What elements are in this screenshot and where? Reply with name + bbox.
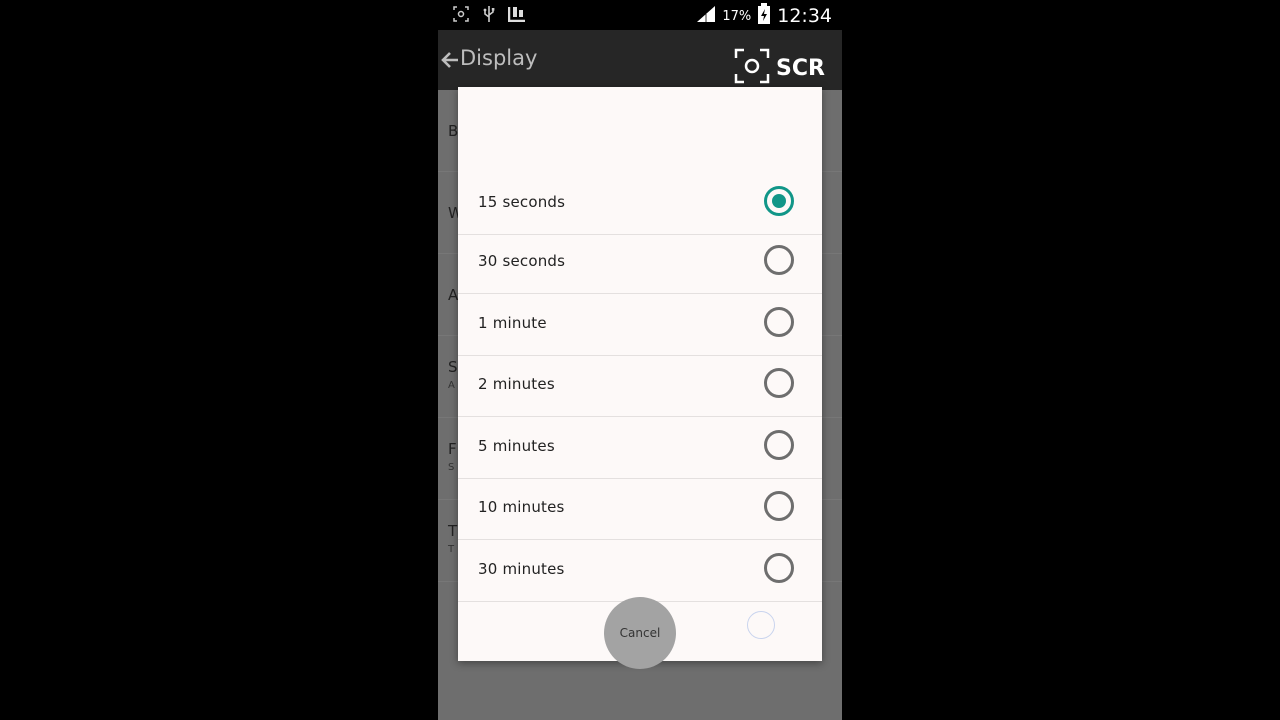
option-1-minute[interactable]: 1 minute (458, 294, 822, 356)
radio-button[interactable] (764, 307, 794, 337)
radio-button[interactable] (764, 245, 794, 275)
option-label: 10 minutes (478, 498, 565, 516)
app-notification-icon (508, 5, 526, 23)
phone-screen: 17% 12:34 Display SCR B W A S A F S T T … (438, 0, 842, 720)
list-item-subtitle: T (448, 544, 455, 555)
radio-button-checked[interactable] (764, 186, 794, 216)
signal-icon (696, 5, 716, 27)
option-label: 5 minutes (478, 437, 555, 455)
camera-focus-icon (734, 48, 770, 88)
app-bar: Display SCR (438, 30, 842, 90)
option-label: 30 seconds (478, 252, 566, 270)
list-item-title: T (448, 522, 458, 540)
list-item-subtitle: A (448, 380, 455, 391)
list-item-title: B (448, 122, 459, 140)
dialog-footer: Cancel (458, 597, 822, 669)
screen-recorder-badge: SCR (734, 48, 825, 88)
option-2-minutes[interactable]: 2 minutes (458, 355, 822, 417)
cancel-button[interactable]: Cancel (604, 597, 676, 669)
list-item-title: F (448, 440, 457, 458)
battery-charging-icon (757, 3, 771, 29)
option-30-seconds[interactable]: 30 seconds (458, 232, 822, 294)
list-item-subtitle: S (448, 462, 455, 473)
radio-button[interactable] (764, 368, 794, 398)
clock: 12:34 (777, 5, 832, 27)
option-10-minutes[interactable]: 10 minutes (458, 478, 822, 540)
list-item-title: A (448, 286, 459, 304)
option-label: 30 minutes (478, 560, 565, 578)
page-title: Display (460, 46, 538, 70)
radio-button[interactable] (764, 553, 794, 583)
usb-icon (480, 5, 498, 23)
list-item-title: S (448, 358, 458, 376)
option-label: 1 minute (478, 314, 547, 332)
radio-button[interactable] (764, 491, 794, 521)
dialog-title-area (458, 87, 822, 173)
screenshot-icon (452, 5, 470, 23)
touch-indicator-icon (747, 611, 775, 639)
option-5-minutes[interactable]: 5 minutes (458, 417, 822, 479)
option-label: 15 seconds (478, 193, 566, 211)
timeout-dialog: 15 seconds 30 seconds 1 minute 2 minutes… (458, 87, 822, 669)
radio-button[interactable] (764, 430, 794, 460)
arrow-left-icon[interactable] (440, 50, 460, 70)
option-label: 2 minutes (478, 375, 555, 393)
option-30-minutes[interactable]: 30 minutes (458, 540, 822, 602)
recorder-label: SCR (776, 55, 825, 81)
option-15-seconds[interactable]: 15 seconds (458, 173, 822, 235)
battery-percent: 17% (722, 8, 752, 24)
status-bar: 17% 12:34 (438, 0, 842, 30)
